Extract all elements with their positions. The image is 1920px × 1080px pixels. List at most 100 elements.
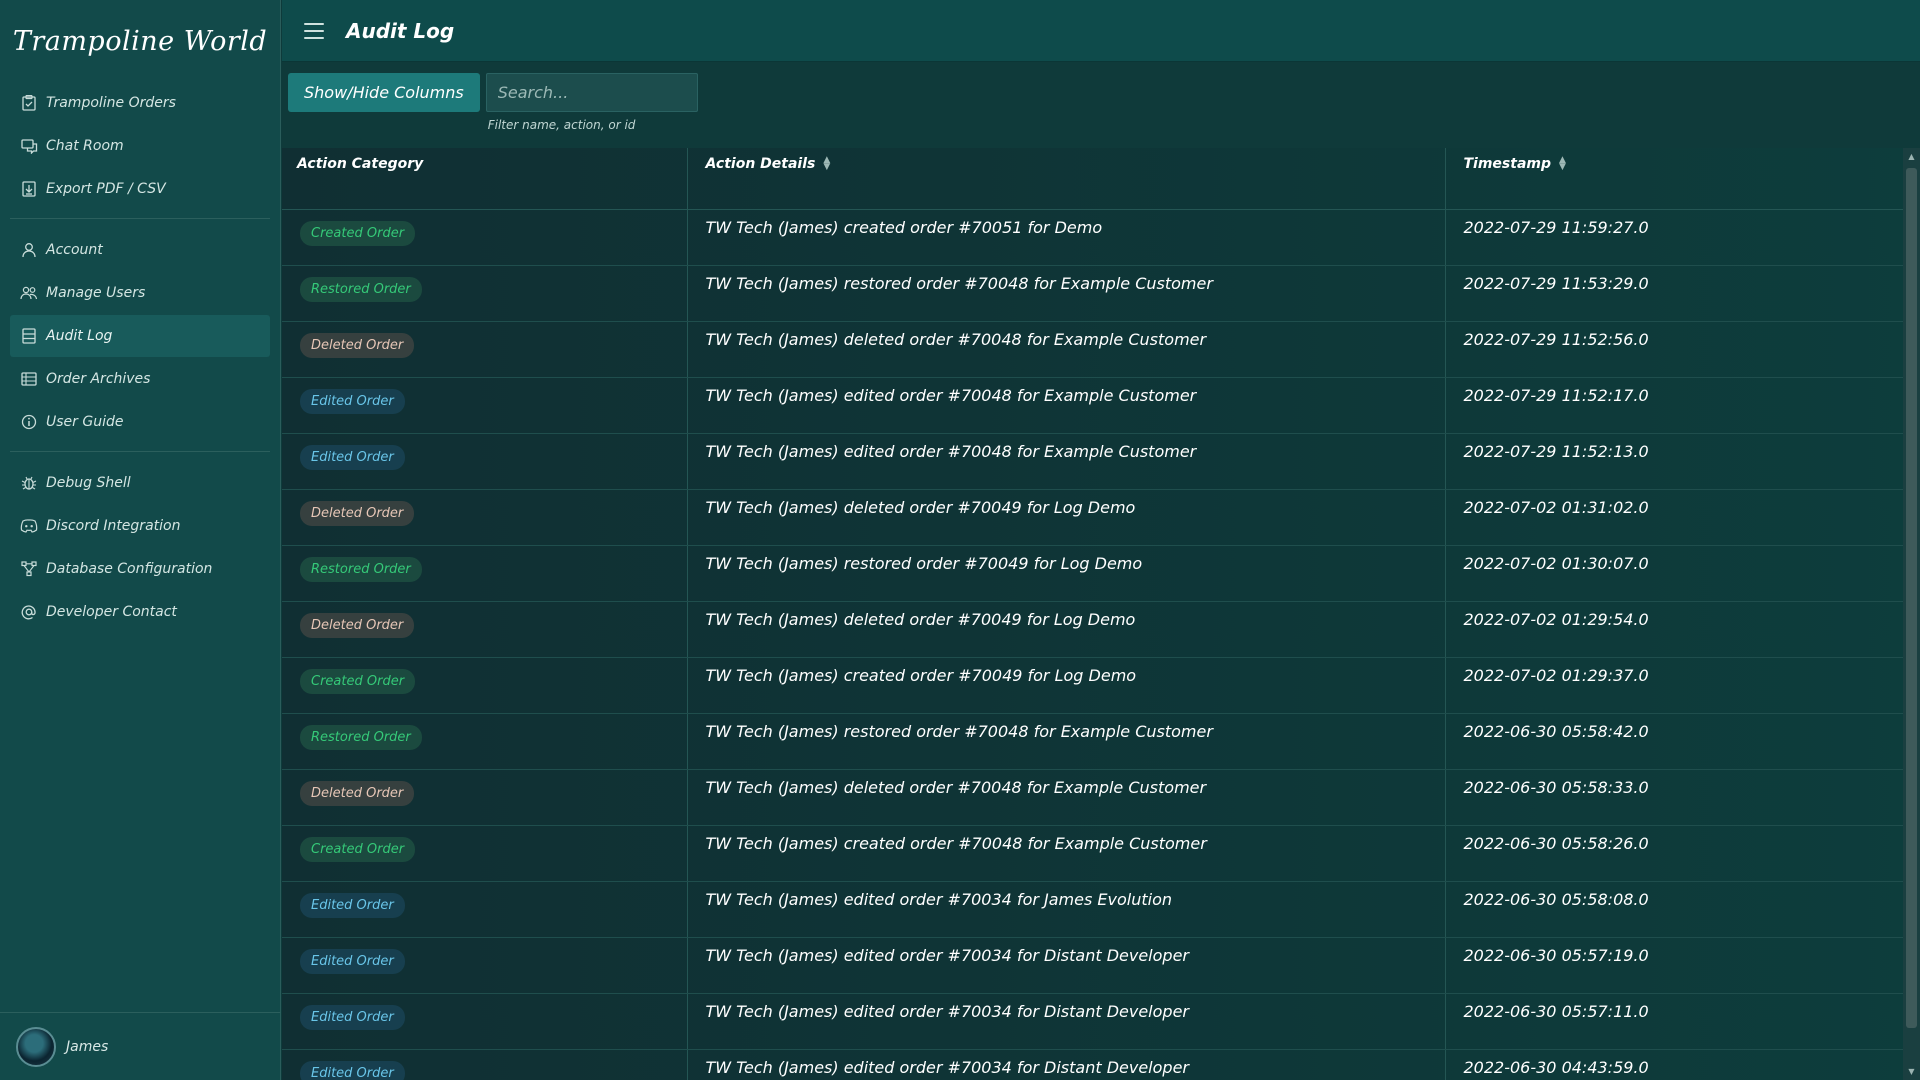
sidebar-item-export[interactable]: Export PDF / CSV <box>10 168 270 210</box>
status-badge: Restored Order <box>300 724 422 750</box>
audit-log-table: Action Category Action Details ▲ ▼ Timesta… <box>282 148 1903 1080</box>
vertical-scrollbar[interactable]: ▲ ▼ <box>1903 148 1920 1080</box>
info-icon <box>20 413 38 431</box>
cell-action-category: Edited Order <box>282 881 687 938</box>
table-row[interactable]: Created Order TW Tech (James) created ord… <box>282 825 1903 882</box>
sidebar-item-label: User Guide <box>46 414 124 430</box>
cell-timestamp: 2022-06-30 05:58:26.0 <box>1444 825 1903 882</box>
table-row[interactable]: Deleted Order TW Tech (James) deleted ord… <box>282 489 1903 546</box>
cell-timestamp: 2022-06-30 05:58:08.0 <box>1444 881 1903 938</box>
sidebar-item-database-configuration[interactable]: Database Configuration <box>10 548 270 590</box>
avatar[interactable] <box>16 1026 56 1067</box>
cell-timestamp: 2022-07-29 11:59:27.0 <box>1444 209 1903 266</box>
table-row[interactable]: Created Order TW Tech (James) created ord… <box>282 209 1903 266</box>
cell-action-details: TW Tech (James) deleted order #70049 for… <box>686 601 1445 658</box>
user-profile[interactable]: James <box>0 1012 281 1080</box>
sidebar-item-developer-contact[interactable]: Developer Contact <box>10 591 270 633</box>
table-row[interactable]: Edited Order TW Tech (James) edited order… <box>282 1049 1903 1080</box>
sidebar-item-account[interactable]: Account <box>10 229 270 271</box>
cell-timestamp: 2022-06-30 04:43:59.0 <box>1444 1049 1903 1080</box>
cell-action-category: Edited Order <box>282 433 687 490</box>
cell-action-details: TW Tech (James) edited order #70034 for … <box>686 1049 1445 1080</box>
status-badge: Edited Order <box>300 1060 405 1080</box>
column-header-label: Action Details <box>705 156 816 172</box>
archive-icon <box>20 370 38 388</box>
sort-icon[interactable]: ▲ ▼ <box>1559 156 1566 172</box>
cell-action-category: Edited Order <box>282 993 687 1050</box>
bug-icon <box>20 474 38 492</box>
cell-action-category: Created Order <box>282 657 687 714</box>
column-header-action-category[interactable]: Action Category <box>282 148 687 210</box>
table-row[interactable]: Restored Order TW Tech (James) restored o… <box>282 545 1903 602</box>
cell-timestamp: 2022-07-02 01:30:07.0 <box>1444 545 1903 602</box>
sidebar-item-discord-integration[interactable]: Discord Integration <box>10 505 270 547</box>
cell-action-details: TW Tech (James) edited order #70034 for … <box>686 937 1445 994</box>
database-icon <box>20 560 38 578</box>
table-row[interactable]: Deleted Order TW Tech (James) deleted ord… <box>282 321 1903 378</box>
cell-action-category: Restored Order <box>282 713 687 770</box>
sidebar-item-label: Account <box>46 242 103 258</box>
users-icon <box>20 284 38 302</box>
sidebar-item-label: Database Configuration <box>46 561 213 577</box>
table-row[interactable]: Deleted Order TW Tech (James) deleted ord… <box>282 769 1903 826</box>
cell-action-category: Edited Order <box>282 377 687 434</box>
brand-logo[interactable]: Trampoline World <box>0 0 280 82</box>
list-icon <box>20 327 38 345</box>
column-header-action-details[interactable]: Action Details ▲ ▼ <box>686 148 1445 210</box>
column-header-timestamp[interactable]: Timestamp ▲ ▼ <box>1444 148 1903 210</box>
sidebar-item-label: Trampoline Orders <box>46 95 176 111</box>
cell-timestamp: 2022-07-02 01:31:02.0 <box>1444 489 1903 546</box>
sidebar-nav: Trampoline Orders Chat Room Export PDF /… <box>0 82 280 633</box>
sidebar-item-label: Manage Users <box>46 285 146 301</box>
sort-icon[interactable]: ▲ ▼ <box>823 156 830 172</box>
sidebar-item-user-guide[interactable]: User Guide <box>10 401 270 443</box>
cell-timestamp: 2022-06-30 05:57:11.0 <box>1444 993 1903 1050</box>
status-badge: Restored Order <box>300 556 422 582</box>
sidebar-divider <box>10 451 270 452</box>
table-row[interactable]: Edited Order TW Tech (James) edited order… <box>282 937 1903 994</box>
table-row[interactable]: Edited Order TW Tech (James) edited order… <box>282 993 1903 1050</box>
table-row[interactable]: Edited Order TW Tech (James) edited order… <box>282 881 1903 938</box>
sidebar-item-debug-shell[interactable]: Debug Shell <box>10 462 270 504</box>
scroll-down-arrow-icon[interactable]: ▼ <box>1903 1063 1920 1080</box>
discord-icon <box>20 517 38 535</box>
menu-icon[interactable] <box>304 22 324 39</box>
export-icon <box>20 180 38 198</box>
clipboard-icon <box>20 94 38 112</box>
status-badge: Edited Order <box>300 892 405 918</box>
cell-timestamp: 2022-06-30 05:57:19.0 <box>1444 937 1903 994</box>
cell-timestamp: 2022-07-02 01:29:54.0 <box>1444 601 1903 658</box>
sidebar-item-audit-log[interactable]: Audit Log <box>10 315 270 357</box>
scroll-up-arrow-icon[interactable]: ▲ <box>1903 148 1920 165</box>
table-row[interactable]: Restored Order TW Tech (James) restored o… <box>282 265 1903 322</box>
at-icon <box>20 603 38 621</box>
sidebar-item-order-archives[interactable]: Order Archives <box>10 358 270 400</box>
sidebar-item-label: Export PDF / CSV <box>46 181 166 197</box>
cell-action-category: Deleted Order <box>282 769 687 826</box>
table-row[interactable]: Edited Order TW Tech (James) edited order… <box>282 433 1903 490</box>
cell-action-category: Edited Order <box>282 937 687 994</box>
table-header-row: Action Category Action Details ▲ ▼ Timesta… <box>282 148 1903 210</box>
main-content: Show/Hide Columns Filter name, action, o… <box>282 62 1920 1080</box>
cell-timestamp: 2022-07-02 01:29:37.0 <box>1444 657 1903 714</box>
search-input[interactable] <box>485 73 698 112</box>
cell-action-category: Deleted Order <box>282 489 687 546</box>
status-badge: Deleted Order <box>300 780 415 806</box>
cell-action-category: Restored Order <box>282 545 687 602</box>
cell-action-details: TW Tech (James) deleted order #70048 for… <box>686 321 1445 378</box>
table-row[interactable]: Edited Order TW Tech (James) edited order… <box>282 377 1903 434</box>
cell-action-details: TW Tech (James) created order #70049 for… <box>686 657 1445 714</box>
status-badge: Restored Order <box>300 276 422 302</box>
table-row[interactable]: Created Order TW Tech (James) created ord… <box>282 657 1903 714</box>
sidebar-item-manage-users[interactable]: Manage Users <box>10 272 270 314</box>
sidebar-item-label: Developer Contact <box>46 604 177 620</box>
table-row[interactable]: Deleted Order TW Tech (James) deleted ord… <box>282 601 1903 658</box>
scrollbar-thumb[interactable] <box>1906 168 1917 1028</box>
sidebar-item-chat-room[interactable]: Chat Room <box>10 125 270 167</box>
sidebar-item-trampoline-orders[interactable]: Trampoline Orders <box>10 82 270 124</box>
cell-timestamp: 2022-07-29 11:53:29.0 <box>1444 265 1903 322</box>
status-badge: Created Order <box>300 836 416 862</box>
show-hide-columns-button[interactable]: Show/Hide Columns <box>288 73 480 112</box>
table-row[interactable]: Restored Order TW Tech (James) restored o… <box>282 713 1903 770</box>
cell-timestamp: 2022-07-29 11:52:56.0 <box>1444 321 1903 378</box>
